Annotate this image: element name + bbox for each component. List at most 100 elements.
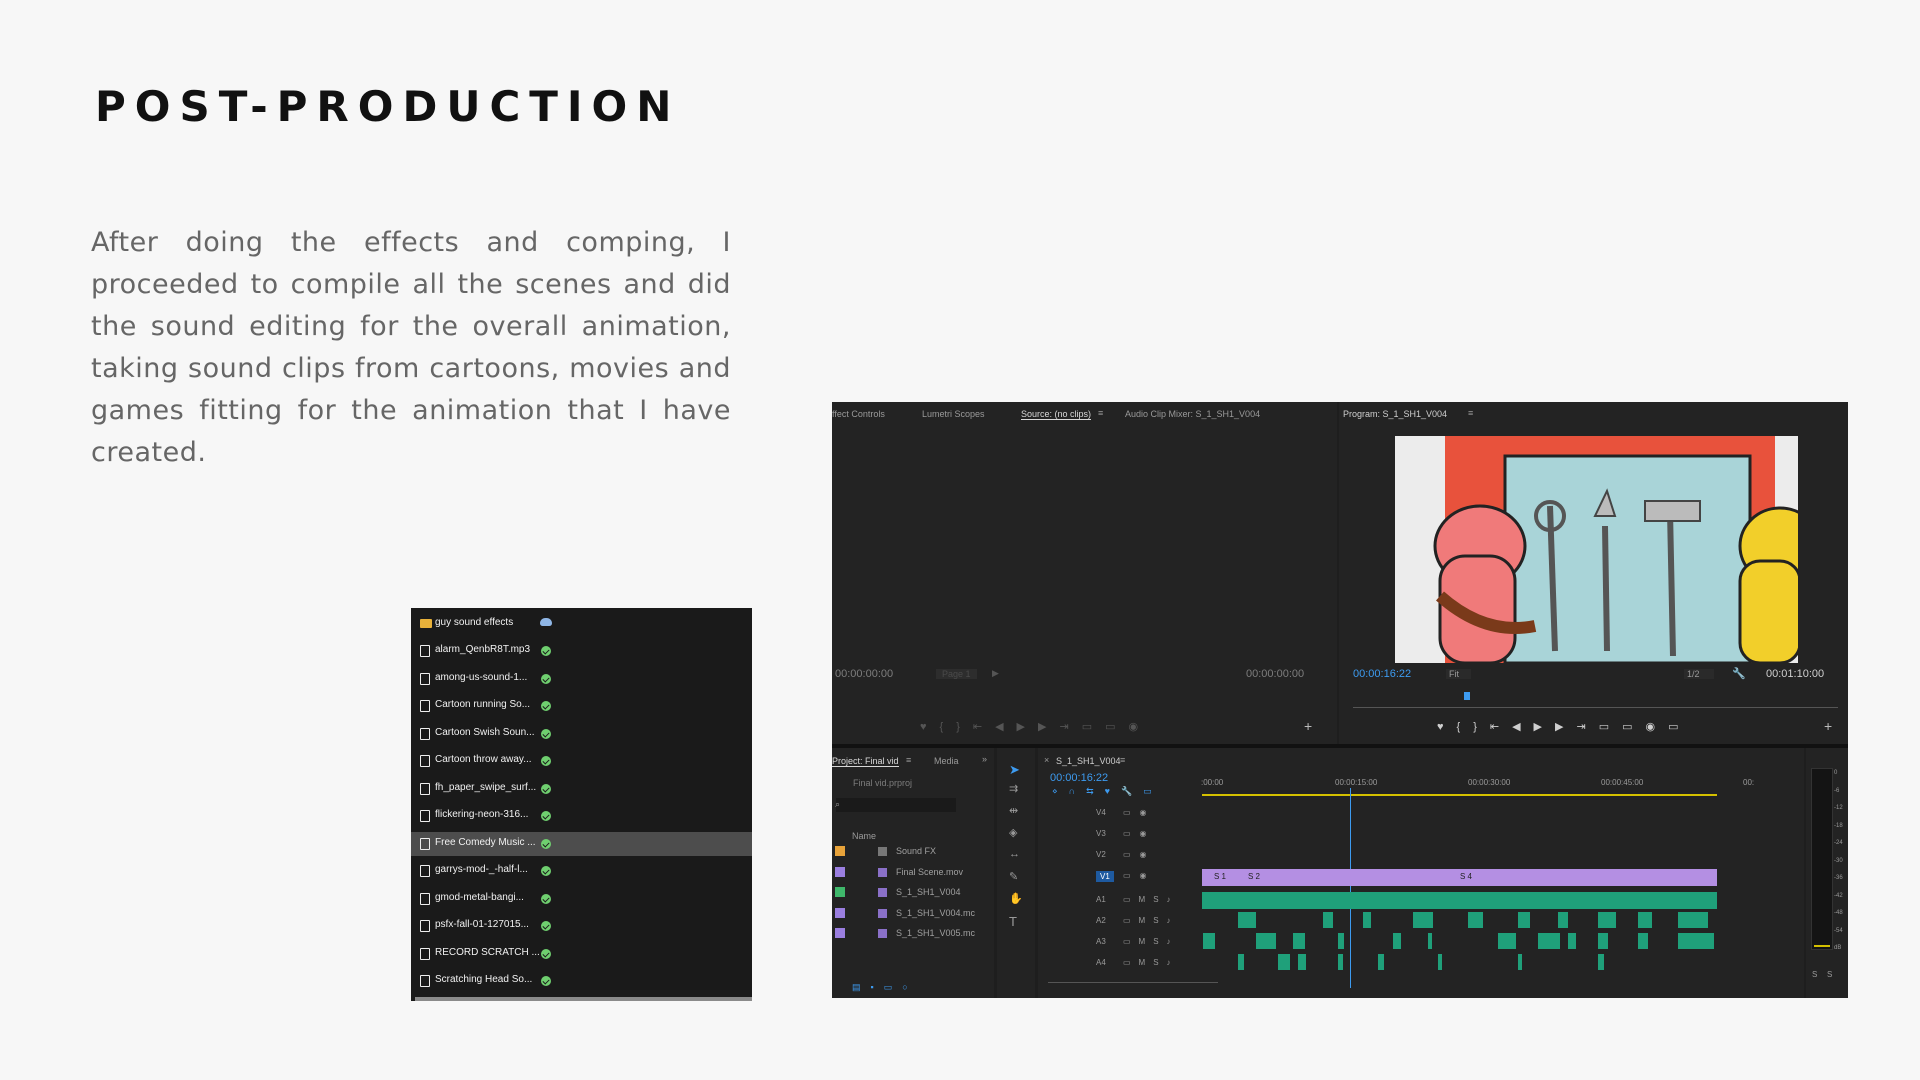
label-color-swatch[interactable]	[835, 887, 845, 897]
label-color-swatch[interactable]	[835, 928, 845, 938]
track-visibility-icons[interactable]: ▭◉	[1123, 850, 1156, 859]
audio-clip-sfx[interactable]	[1438, 954, 1442, 970]
audio-clip-sfx[interactable]	[1338, 933, 1344, 949]
audio-clip-sfx[interactable]	[1598, 933, 1608, 949]
file-row[interactable]: psfx-fall-01-127015...	[411, 914, 752, 938]
timeline-zoom-bar[interactable]	[1048, 982, 1218, 983]
video-track-label[interactable]: V4	[1096, 808, 1106, 817]
solo-left-button[interactable]: S	[1812, 970, 1817, 979]
playhead[interactable]	[1464, 692, 1470, 700]
file-row[interactable]: Cartoon throw away...	[411, 749, 752, 773]
work-area-bar[interactable]	[1202, 794, 1717, 796]
tab-lumetri-scopes[interactable]: Lumetri Scopes	[922, 409, 985, 419]
audio-track-label[interactable]: A2	[1096, 916, 1106, 925]
tab-source[interactable]: Source: (no clips)	[1021, 409, 1092, 420]
audio-clip-sfx[interactable]	[1393, 933, 1401, 949]
project-view-controls[interactable]: ▤▪▭○	[852, 982, 918, 993]
file-row[interactable]: RECORD SCRATCH ...	[411, 942, 752, 966]
type-tool-icon[interactable]: T	[1009, 914, 1017, 929]
track-visibility-icons[interactable]: ▭◉	[1123, 871, 1156, 880]
track-select-tool-icon[interactable]: ⇉	[1009, 782, 1018, 795]
file-row[interactable]: alarm_QenbR8T.mp3	[411, 639, 752, 663]
fit-select[interactable]: Fit	[1446, 669, 1471, 679]
scrollbar[interactable]	[415, 997, 752, 1001]
razor-tool-icon[interactable]: ◈	[1009, 826, 1017, 839]
audio-clip-sfx[interactable]	[1256, 933, 1276, 949]
label-color-swatch[interactable]	[835, 866, 845, 877]
tab-media[interactable]: Media	[934, 756, 959, 766]
audio-clip-music[interactable]	[1202, 892, 1717, 909]
playhead-line[interactable]	[1350, 788, 1351, 988]
slip-tool-icon[interactable]: ↔	[1009, 848, 1020, 860]
file-row[interactable]: Cartoon Swish Soun...	[411, 722, 752, 746]
audio-clip-sfx[interactable]	[1413, 912, 1433, 928]
audio-clip-sfx[interactable]	[1338, 954, 1343, 970]
track-mute-solo-icons[interactable]: ▭MS♪	[1123, 937, 1179, 946]
audio-track-label[interactable]: A1	[1096, 895, 1106, 904]
audio-clip-sfx[interactable]	[1363, 912, 1371, 928]
audio-clip-sfx[interactable]	[1323, 912, 1333, 928]
wrench-icon[interactable]: 🔧	[1732, 667, 1746, 680]
audio-clip-sfx[interactable]	[1538, 933, 1560, 949]
file-row[interactable]: gmod-metal-bangi...	[411, 887, 752, 911]
audio-clip-sfx[interactable]	[1278, 954, 1290, 970]
audio-clip-sfx[interactable]	[1638, 912, 1652, 928]
pen-tool-icon[interactable]: ✎	[1009, 870, 1018, 883]
page-select[interactable]: Page 1	[936, 669, 977, 679]
file-row[interactable]: Free Comedy Music ...	[411, 831, 752, 856]
tab-program[interactable]: Program: S_1_SH1_V004	[1343, 409, 1447, 419]
audio-clip-sfx[interactable]	[1518, 912, 1530, 928]
label-color-swatch[interactable]	[835, 846, 845, 856]
audio-clip-sfx[interactable]	[1298, 954, 1306, 970]
ripple-edit-tool-icon[interactable]: ⇹	[1009, 804, 1018, 817]
timeline-timecode[interactable]: 00:00:16:22	[1050, 772, 1108, 784]
audio-track-label[interactable]: A3	[1096, 937, 1106, 946]
program-transport-controls[interactable]: ♥{}⇤◀▶▶⇥▭▭◉▭	[1437, 720, 1691, 733]
file-row[interactable]: flickering-neon-316...	[411, 804, 752, 828]
audio-track-label[interactable]: A4	[1096, 958, 1106, 967]
bin-item[interactable]: Final Scene.mov	[896, 867, 963, 877]
audio-clip-sfx[interactable]	[1203, 933, 1215, 949]
chevron-right-icon[interactable]: »	[982, 754, 987, 764]
hand-tool-icon[interactable]: ✋	[1009, 892, 1023, 905]
menu-icon[interactable]: ≡	[1120, 755, 1125, 765]
add-button-icon[interactable]: +	[1824, 718, 1832, 734]
selection-tool-icon[interactable]: ➤	[1009, 762, 1020, 778]
audio-clip-sfx[interactable]	[1293, 933, 1305, 949]
track-mute-solo-icons[interactable]: ▭MS♪	[1123, 895, 1179, 904]
audio-clip-sfx[interactable]	[1378, 954, 1384, 970]
audio-clip-sfx[interactable]	[1518, 954, 1522, 970]
source-transport-controls[interactable]: ♥{}⇤◀▶▶⇥▭▭◉	[920, 720, 1151, 733]
clip-label[interactable]: S 4	[1460, 872, 1472, 881]
clip-label[interactable]: S 1	[1214, 872, 1226, 881]
video-track-label[interactable]: V3	[1096, 829, 1106, 838]
bin-item[interactable]: S_1_SH1_V004.mc	[896, 908, 975, 918]
project-search-input[interactable]	[836, 798, 956, 812]
file-row[interactable]: among-us-sound-1...	[411, 667, 752, 691]
tab-audio-clip-mixer[interactable]: Audio Clip Mixer: S_1_SH1_V004	[1125, 409, 1260, 419]
file-row[interactable]: Scratching Head So...	[411, 969, 752, 993]
play-icon[interactable]: ▶	[992, 668, 999, 679]
track-visibility-icons[interactable]: ▭◉	[1123, 829, 1156, 838]
track-mute-solo-icons[interactable]: ▭MS♪	[1123, 958, 1179, 967]
bin-name-header[interactable]: Name	[852, 831, 876, 841]
label-color-swatch[interactable]	[835, 907, 845, 918]
bin-item[interactable]: Sound FX	[896, 846, 936, 856]
video-track-label[interactable]: V2	[1096, 850, 1106, 859]
program-scrub-bar[interactable]	[1353, 707, 1838, 708]
timeline-tool-icons[interactable]: ⋄∩⇆♥🔧▭	[1052, 786, 1163, 797]
menu-icon[interactable]: ≡	[1098, 408, 1103, 418]
audio-clip-sfx[interactable]	[1678, 912, 1708, 928]
add-button-icon[interactable]: +	[1304, 718, 1312, 734]
bin-item[interactable]: S_1_SH1_V004	[896, 887, 961, 897]
track-mute-solo-icons[interactable]: ▭MS♪	[1123, 916, 1179, 925]
track-visibility-icons[interactable]: ▭◉	[1123, 808, 1156, 817]
resolution-select[interactable]: 1/2	[1684, 669, 1714, 679]
close-icon[interactable]: ×	[1044, 755, 1049, 765]
audio-clip-sfx[interactable]	[1238, 954, 1244, 970]
audio-clip-sfx[interactable]	[1678, 933, 1714, 949]
file-row[interactable]: Cartoon running So...	[411, 694, 752, 718]
program-timecode[interactable]: 00:00:16:22	[1353, 668, 1411, 680]
menu-icon[interactable]: ≡	[1468, 408, 1473, 418]
tab-effect-controls[interactable]: ffect Controls	[832, 409, 885, 419]
